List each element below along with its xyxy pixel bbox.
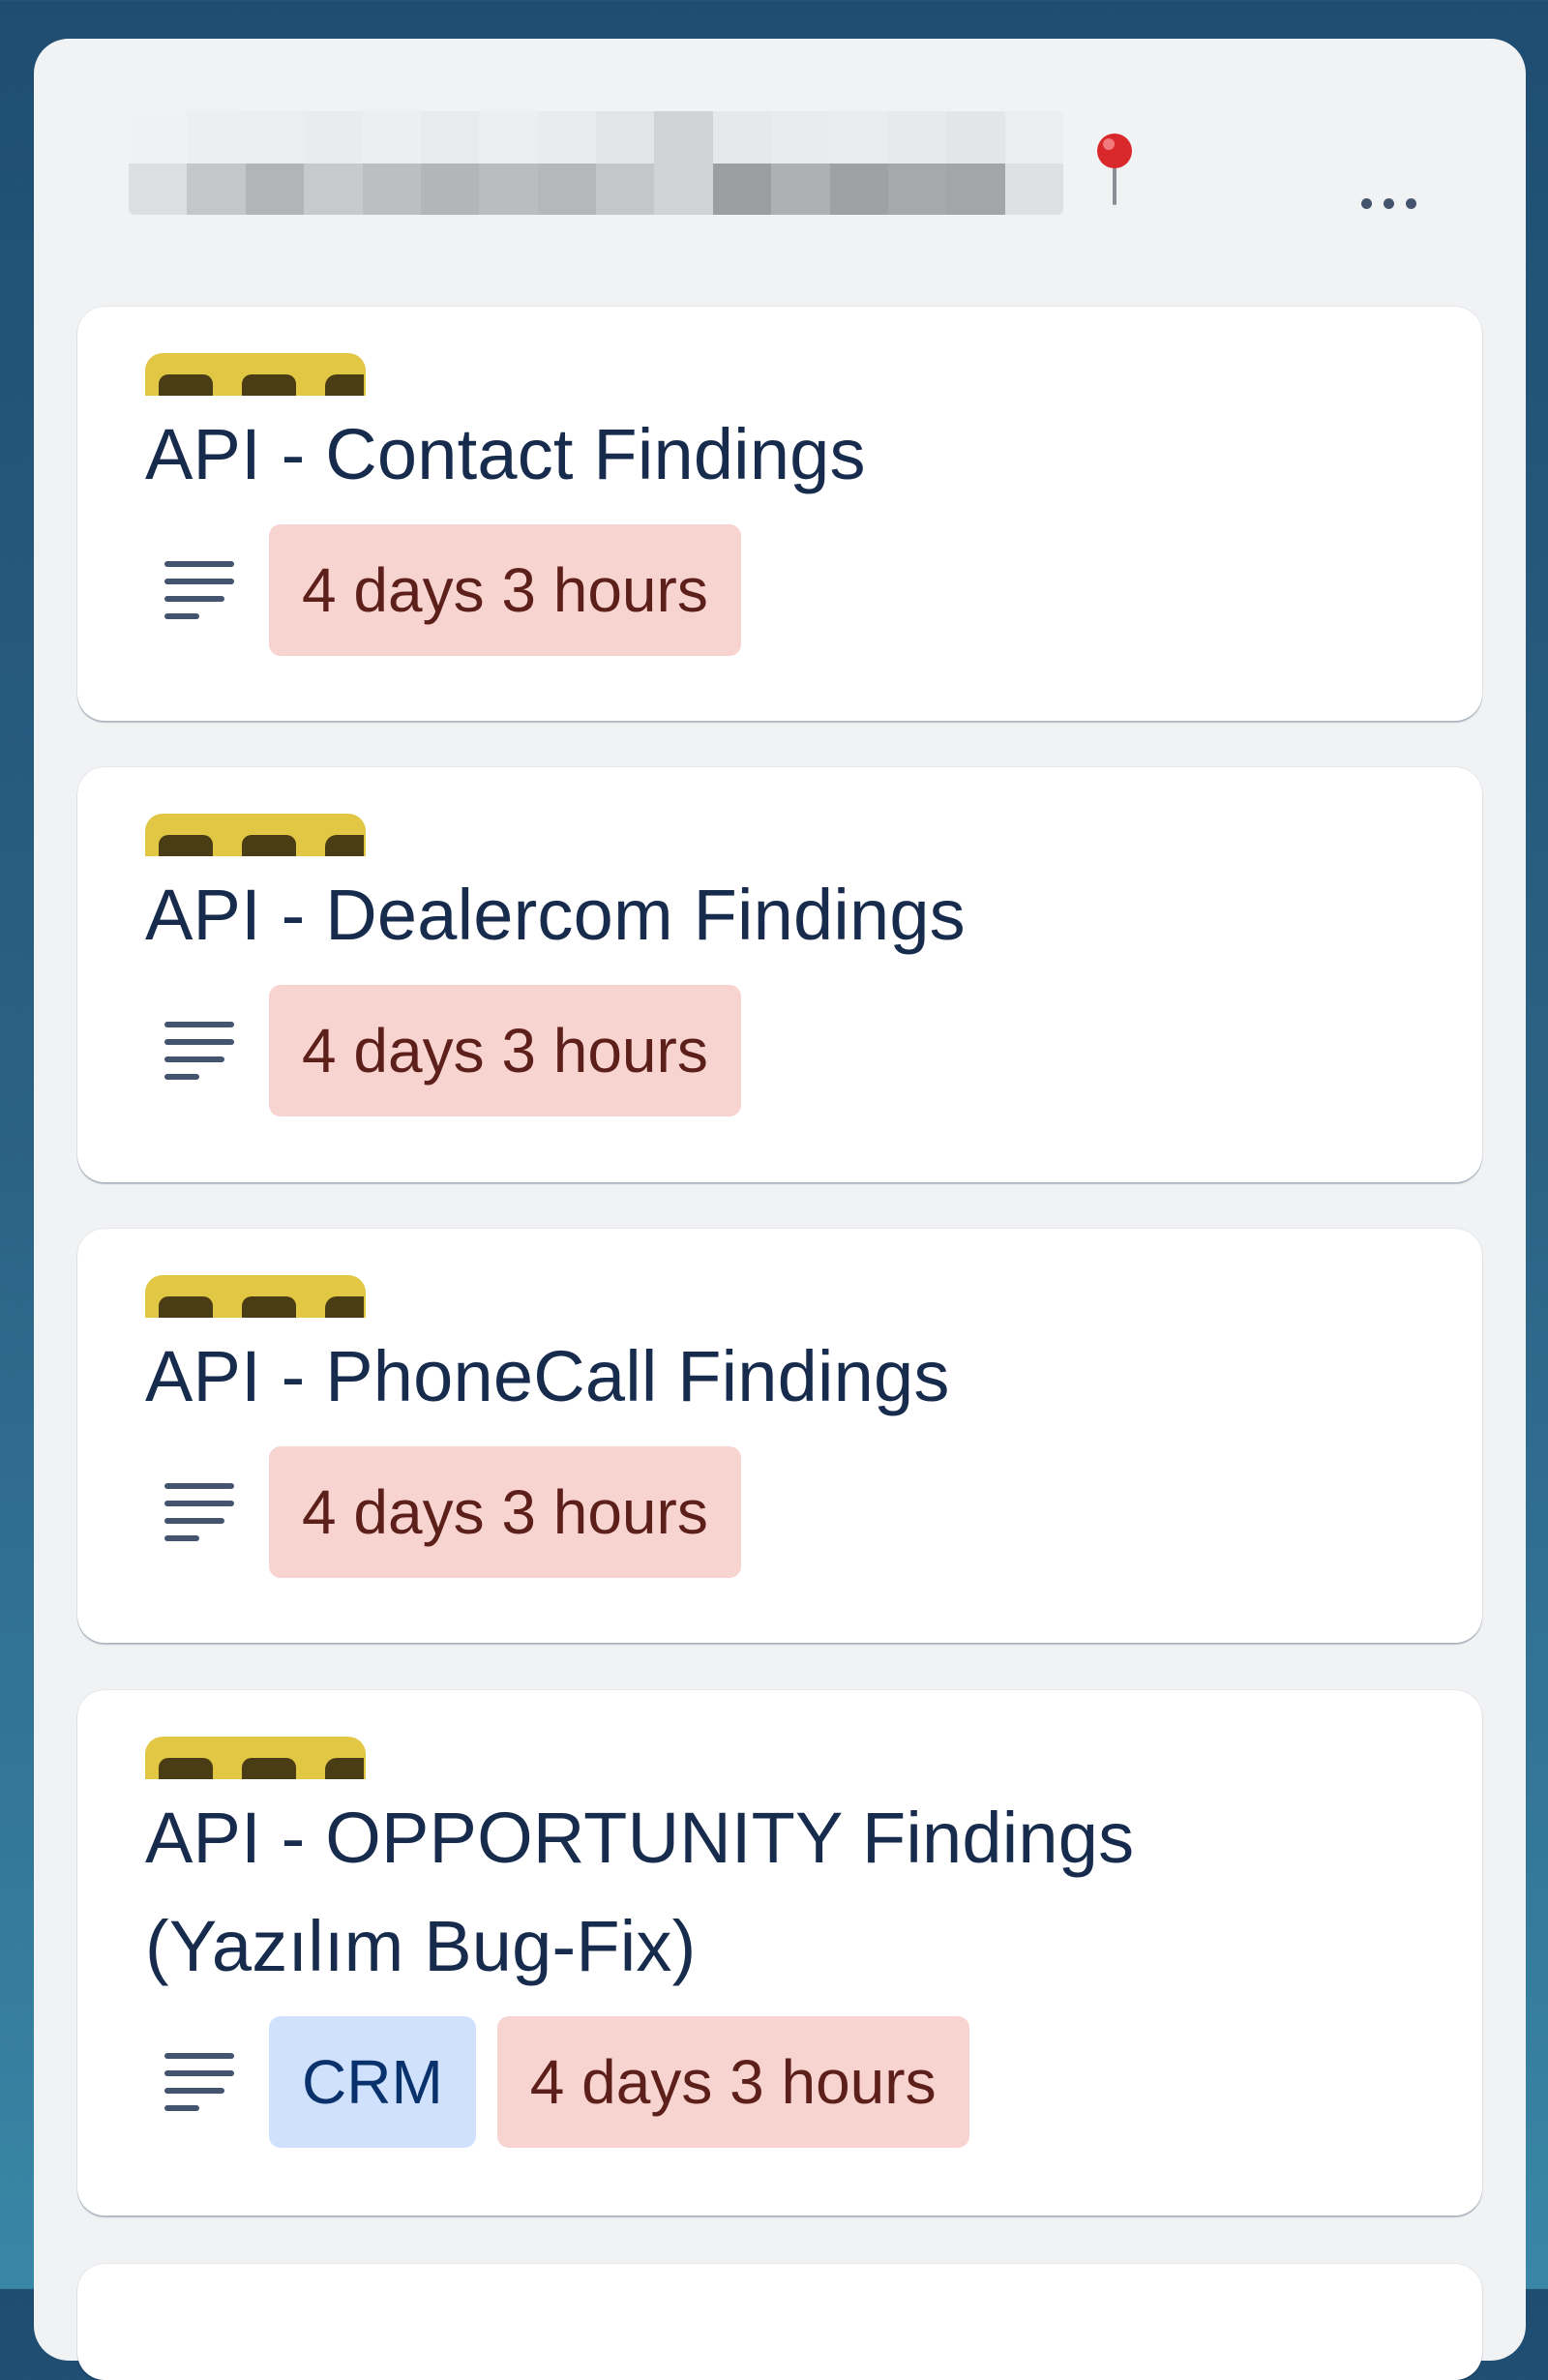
card-label-redacted[interactable] — [145, 1275, 366, 1318]
crm-tag-badge[interactable]: CRM — [269, 2016, 476, 2148]
description-icon — [145, 2016, 253, 2148]
card-label-redacted[interactable] — [145, 353, 366, 396]
card-badges: 4 days 3 hours — [145, 985, 741, 1116]
card-title-line-2: (Yazılım Bug-Fix) — [145, 1906, 697, 1986]
card-phonecall-findings[interactable]: API - PhoneCall Findings 4 days 3 hours — [77, 1229, 1482, 1643]
card-title: API - Dealercom Findings — [145, 875, 966, 955]
card-partial[interactable] — [77, 2264, 1482, 2380]
pin-icon — [1097, 134, 1132, 205]
card-badges: 4 days 3 hours — [145, 1446, 741, 1578]
list-header — [34, 39, 1526, 271]
description-icon — [145, 985, 253, 1116]
description-icon — [145, 524, 253, 656]
card-title-line-1: API - OPPORTUNITY Findings — [145, 1798, 1135, 1878]
due-date-badge[interactable]: 4 days 3 hours — [269, 985, 741, 1116]
list-title-redacted[interactable] — [129, 111, 1063, 215]
description-icon — [145, 1446, 253, 1578]
due-date-badge[interactable]: 4 days 3 hours — [496, 2016, 969, 2148]
due-date-badge[interactable]: 4 days 3 hours — [269, 524, 741, 656]
card-badges: 4 days 3 hours — [145, 524, 741, 656]
due-date-badge[interactable]: 4 days 3 hours — [269, 1446, 741, 1578]
card-badges: CRM 4 days 3 hours — [145, 2016, 969, 2148]
card-dealercom-findings[interactable]: API - Dealercom Findings 4 days 3 hours — [77, 767, 1482, 1182]
card-contact-findings[interactable]: API - Contact Findings 4 days 3 hours — [77, 307, 1482, 721]
card-title: API - Contact Findings — [145, 414, 866, 494]
card-opportunity-findings[interactable]: API - OPPORTUNITY Findings (Yazılım Bug-… — [77, 1690, 1482, 2216]
card-label-redacted[interactable] — [145, 814, 366, 856]
list-menu-button[interactable] — [1340, 174, 1437, 232]
card-label-redacted[interactable] — [145, 1737, 366, 1779]
board-list: API - Contact Findings 4 days 3 hours AP… — [34, 39, 1526, 2380]
more-horizontal-icon — [1360, 197, 1372, 209]
card-title: API - PhoneCall Findings — [145, 1336, 950, 1416]
